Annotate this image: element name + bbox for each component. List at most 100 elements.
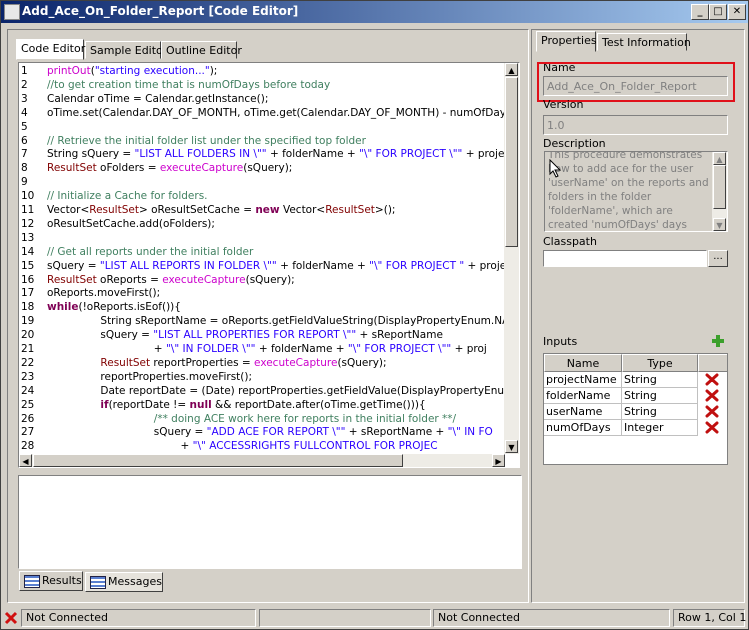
vertical-scroll-thumb[interactable] — [505, 77, 518, 247]
tab-label: Properties — [541, 34, 597, 47]
tab-code-editor[interactable]: Code Editor — [16, 39, 86, 60]
line-number: 28 — [21, 440, 35, 453]
code-line[interactable]: // Get all reports under the initial fol… — [47, 246, 253, 258]
classpath-field[interactable] — [543, 250, 707, 267]
vertical-scrollbar[interactable]: ▲ ▼ — [504, 63, 519, 454]
code-line[interactable]: //to get creation time that is numOfDays… — [47, 79, 330, 91]
inputs-table[interactable]: Name Type projectName String folderName Str… — [543, 353, 728, 465]
line-number: 19 — [21, 315, 35, 328]
table-icon — [90, 576, 106, 589]
minimize-icon: _ — [697, 6, 703, 17]
minimize-button[interactable]: _ — [691, 4, 709, 20]
disconnected-icon — [4, 611, 18, 625]
scroll-right-button[interactable]: ▶ — [492, 454, 505, 467]
code-line[interactable]: String sQuery = "LIST ALL FOLDERS IN \""… — [47, 148, 507, 160]
column-header-action — [698, 354, 727, 372]
tab-messages[interactable]: Messages — [85, 572, 163, 592]
description-label: Description — [543, 137, 606, 150]
code-line[interactable]: oTime.set(Calendar.DAY_OF_MONTH, oTime.g… — [47, 107, 507, 119]
input-name-cell[interactable]: userName — [544, 404, 622, 420]
classpath-label: Classpath — [543, 235, 597, 248]
code-line[interactable]: ResultSet reportProperties = executeCapt… — [47, 357, 386, 369]
code-line[interactable]: printOut("starting execution..."); — [47, 65, 217, 77]
horizontal-scrollbar[interactable]: ◀ ▶ — [19, 454, 505, 467]
line-number: 21 — [21, 343, 35, 355]
description-scrollbar[interactable]: ▲ ▼ — [712, 152, 727, 231]
code-line[interactable]: // Initialize a Cache for folders. — [47, 190, 208, 202]
code-line[interactable]: if(reportDate != null && reportDate.afte… — [47, 399, 425, 411]
tab-label: Outline Editor — [166, 44, 242, 57]
scroll-up-button[interactable]: ▲ — [713, 152, 726, 165]
tab-properties[interactable]: Properties — [536, 31, 597, 52]
scroll-left-button[interactable]: ◀ — [19, 454, 32, 467]
window-title: Add_Ace_On_Folder_Report [Code Editor] — [22, 4, 299, 18]
mouse-cursor-icon — [549, 159, 562, 178]
code-line[interactable]: oReports.moveFirst(); — [47, 287, 160, 299]
column-header-name[interactable]: Name — [544, 354, 622, 372]
input-name-cell[interactable]: folderName — [544, 388, 622, 404]
column-header-type[interactable]: Type — [622, 354, 698, 372]
code-line[interactable]: Calendar oTime = Calendar.getInstance(); — [47, 93, 268, 105]
scroll-down-button[interactable]: ▼ — [505, 440, 518, 453]
code-line[interactable]: Date reportDate = (Date) reportPropertie… — [47, 385, 507, 397]
delete-input-icon[interactable] — [705, 373, 719, 386]
description-scroll-thumb[interactable] — [713, 165, 726, 209]
code-line[interactable]: sQuery = "LIST ALL REPORTS IN FOLDER \""… — [47, 260, 507, 272]
code-editor[interactable]: 1 2 3 4 5 6 7 8 9 10 11 12 13 14 15 16 17 18 19 20 21 22 23 24 2… — [18, 62, 520, 468]
version-field[interactable]: 1.0 — [543, 115, 728, 135]
code-line[interactable]: // Retrieve the initial folder list unde… — [47, 135, 366, 147]
highlight-box — [537, 62, 735, 102]
delete-input-icon[interactable] — [705, 421, 719, 434]
input-type-cell[interactable]: String — [622, 388, 698, 404]
code-area[interactable]: printOut("starting execution..."); //to g… — [47, 63, 507, 454]
input-type-cell[interactable]: String — [622, 404, 698, 420]
tab-sample-editor[interactable]: Sample Editor — [85, 41, 167, 59]
input-type-cell[interactable]: String — [622, 372, 698, 388]
scroll-down-button[interactable]: ▼ — [713, 218, 726, 231]
title-bar[interactable]: Add_Ace_On_Folder_Report [Code Editor] _… — [1, 1, 748, 23]
tab-outline-editor[interactable]: Outline Editor — [161, 41, 242, 59]
line-number: 9 — [21, 176, 28, 189]
scroll-up-button[interactable]: ▲ — [505, 63, 518, 76]
delete-input-icon[interactable] — [705, 389, 719, 402]
code-line[interactable]: reportProperties.moveFirst(); — [47, 371, 252, 383]
code-line[interactable]: String sReportName = oReports.getFieldVa… — [47, 315, 507, 327]
input-name-cell[interactable]: projectName — [544, 372, 622, 388]
description-field[interactable]: This procedure demonstrates how to add a… — [544, 151, 728, 232]
line-number: 12 — [21, 217, 35, 230]
output-pane[interactable] — [18, 475, 522, 569]
input-name-cell[interactable]: numOfDays — [544, 420, 622, 436]
tab-label: Test Information — [602, 36, 691, 49]
line-number-gutter: 1 2 3 4 5 6 7 8 9 10 11 12 13 14 15 16 17 18 19 20 21 22 23 24 2… — [19, 63, 43, 467]
code-line[interactable]: Vector<ResultSet> oResultSetCache = new … — [47, 204, 395, 216]
line-number: 7 — [21, 148, 28, 161]
classpath-browse-button[interactable]: ... — [708, 250, 728, 267]
line-number: 6 — [21, 134, 28, 147]
line-number: 25 — [21, 398, 35, 411]
input-type-cell[interactable]: Integer — [622, 420, 698, 436]
horizontal-scroll-thumb[interactable] — [33, 454, 403, 467]
code-line[interactable]: sQuery = "ADD ACE FOR REPORT \"" + sRepo… — [47, 426, 493, 438]
code-line[interactable]: + "\" ACCESSRIGHTS FULLCONTROL FOR PROJE… — [47, 440, 438, 452]
code-line[interactable]: ResultSet oFolders = executeCapture(sQue… — [47, 162, 292, 174]
code-line[interactable]: /** doing ACE work here for reports in t… — [47, 413, 456, 425]
close-icon: ✕ — [732, 6, 742, 17]
tab-label: Code Editor — [21, 42, 86, 55]
code-line[interactable]: ResultSet oReports = executeCapture(sQue… — [47, 274, 295, 286]
line-number: 23 — [21, 370, 35, 383]
status-cursor-position: Row 1, Col 1 — [673, 609, 746, 627]
code-line[interactable]: sQuery = "LIST ALL PROPERTIES FOR REPORT… — [47, 329, 443, 341]
tab-test-information[interactable]: Test Information — [597, 33, 691, 51]
delete-input-icon[interactable] — [705, 405, 719, 418]
code-line[interactable]: + "\" IN FOLDER \"" + folderName + "\" F… — [47, 343, 487, 355]
maximize-button[interactable]: □ — [709, 4, 727, 20]
status-bar: Not Connected Not Connected Row 1, Col 1 — [1, 607, 748, 629]
code-line[interactable]: while(!oReports.isEof()){ — [47, 301, 181, 313]
add-input-icon[interactable] — [711, 334, 725, 348]
tab-label: Messages — [108, 575, 162, 588]
close-button[interactable]: ✕ — [728, 4, 746, 20]
tab-results[interactable]: Results — [19, 571, 83, 591]
app-icon — [4, 4, 20, 20]
line-number: 27 — [21, 426, 35, 439]
code-line[interactable]: oResultSetCache.add(oFolders); — [47, 218, 215, 230]
